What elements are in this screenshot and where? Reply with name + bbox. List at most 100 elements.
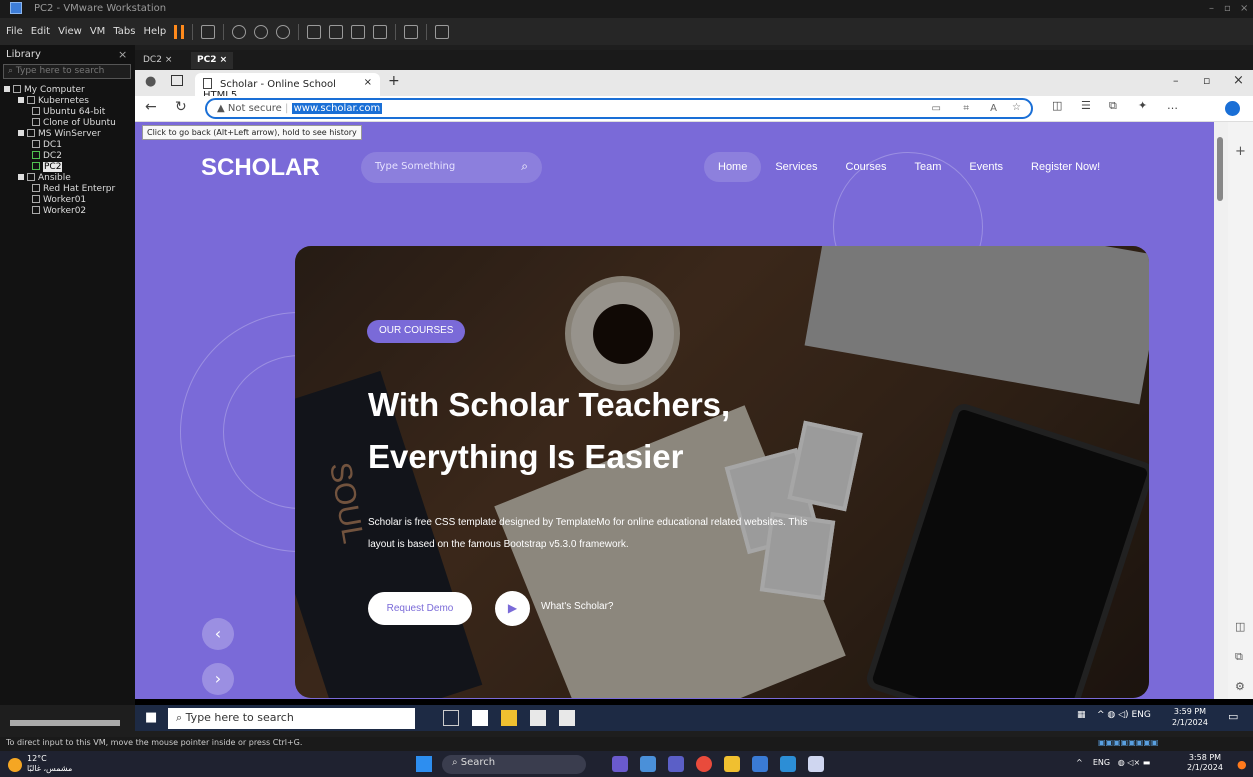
mail-icon[interactable] [559,710,575,726]
close-tab-icon[interactable]: × [364,77,372,88]
weather-widget[interactable]: 12°C مشمس، غالبًا [27,754,72,774]
pause-icon[interactable] [174,24,185,39]
chrome-icon[interactable] [696,756,712,772]
host-clock[interactable]: 3:58 PM 2/1/2024 [1187,753,1223,773]
favorites-icon[interactable]: ☰ [1081,99,1091,112]
console-view-icon[interactable] [404,24,419,39]
volume-mute-icon[interactable]: ◁× [1127,758,1140,767]
file-icon[interactable] [472,710,488,726]
tab-actions-icon[interactable] [171,75,183,86]
teams-icon[interactable] [668,756,684,772]
tree-item[interactable]: Worker01 [0,195,135,206]
windows-start-icon[interactable]: ■ [145,710,157,725]
back-icon[interactable]: ← [145,99,157,115]
tree-item[interactable]: DC1 [0,140,135,151]
unity-icon[interactable] [373,24,388,39]
volume-icon[interactable]: ◁) [1118,710,1128,720]
tree-item[interactable]: MS WinServer [0,129,135,140]
guest-lang[interactable]: ENG [1131,710,1150,720]
close-window-icon[interactable]: × [1233,73,1244,88]
battery-icon[interactable]: ▬ [1143,758,1151,767]
tree-item[interactable]: Ubuntu 64-bit [0,107,135,118]
qr-code-icon[interactable]: ⌗ [963,103,969,114]
tree-item[interactable]: My Computer [0,85,135,96]
task-view-icon[interactable] [443,710,459,726]
site-logo[interactable]: SCHOLAR [201,154,320,182]
guest-clock[interactable]: 3:59 PM 2/1/2024 [1172,706,1208,728]
minimize-icon[interactable]: – [1173,74,1179,87]
app-icon[interactable] [808,756,824,772]
host-search[interactable]: ⌕ Search [442,755,586,774]
host-lang[interactable]: ENG [1093,758,1110,767]
url-text[interactable]: www.scholar.com [291,103,383,114]
nav-courses[interactable]: Courses [832,152,901,182]
next-slide-icon[interactable]: › [202,663,234,695]
vmware-app-icon[interactable] [780,756,796,772]
menu-file[interactable]: File [6,26,23,37]
nav-home[interactable]: Home [704,152,762,182]
windows-start-icon[interactable] [416,756,432,772]
close-icon[interactable]: × [1240,3,1248,14]
tree-item[interactable]: Worker02 [0,206,135,217]
scroll-thumb[interactable] [1217,137,1223,201]
vm-tab-pc2[interactable]: PC2 × [191,52,234,69]
nav-team[interactable]: Team [901,152,956,182]
tree-item[interactable]: Kubernetes [0,96,135,107]
profile-icon[interactable]: ● [145,74,156,89]
split-screen-icon[interactable]: ◫ [1052,99,1062,112]
device-icons[interactable]: ▣▣▣▣▣▣▣▣ [1098,738,1158,747]
menu-help[interactable]: Help [143,26,166,37]
task-view-icon[interactable] [640,756,656,772]
revert-snapshot-icon[interactable] [254,24,269,39]
library-scrollbar[interactable] [10,720,120,726]
menu-edit[interactable]: Edit [31,26,50,37]
restore-icon[interactable]: ▫ [1203,74,1210,87]
read-aloud-icon[interactable]: A [990,103,997,114]
add-sidebar-icon[interactable]: + [1235,144,1246,159]
menu-view[interactable]: View [58,26,82,37]
send-ctrl-alt-del-icon[interactable] [201,24,216,39]
extensions-icon[interactable]: ✦ [1138,99,1147,112]
play-icon[interactable]: ▶ [495,591,530,626]
site-search-input[interactable]: Type Something ⌕ [361,152,542,183]
maximize-icon[interactable]: ▫ [1224,3,1231,14]
tree-item[interactable]: Red Hat Enterpr [0,184,135,195]
url-field[interactable]: ▲ Not secure | www.scholar.com ▭ ⌗ A ☆ [205,98,1033,119]
favorite-star-icon[interactable]: ☆ [1012,102,1021,113]
show-library-icon[interactable] [307,24,322,39]
not-secure-label[interactable]: Not secure [228,103,282,114]
file-explorer-icon[interactable] [724,756,740,772]
network-app-icon[interactable] [752,756,768,772]
tree-item[interactable]: Clone of Ubuntu [0,118,135,129]
browser-tab-scholar[interactable]: Scholar - Online School HTML5 × [195,73,380,101]
notification-bell-icon[interactable]: ● [1237,758,1247,771]
store-icon[interactable] [530,710,546,726]
nav-events[interactable]: Events [955,152,1017,182]
tree-item[interactable]: Ansible [0,173,135,184]
weather-icon[interactable] [8,758,22,772]
guest-search-input[interactable]: ⌕ Type here to search [168,708,415,729]
page-scrollbar[interactable] [1214,122,1228,699]
copilot-icon[interactable] [1225,101,1240,116]
more-icon[interactable]: … [1167,99,1178,112]
file-explorer-icon[interactable] [501,710,517,726]
new-tab-icon[interactable]: + [388,73,400,89]
close-library-icon[interactable]: × [118,48,127,61]
open-external-icon[interactable]: ⧉ [1235,650,1243,664]
search-icon[interactable]: ⌕ [521,159,528,174]
snapshot-manager-icon[interactable] [276,24,291,39]
refresh-icon[interactable]: ↻ [175,99,187,115]
app-available-icon[interactable]: ▭ [932,103,941,114]
nav-services[interactable]: Services [761,152,831,182]
menu-tabs[interactable]: Tabs [113,26,135,37]
thumbnail-bar-icon[interactable] [329,24,344,39]
collections-icon[interactable]: ⧉ [1109,99,1117,113]
chevron-up-icon[interactable]: ^ [1097,710,1105,720]
menu-vm[interactable]: VM [90,26,105,37]
library-search-input[interactable]: ⌕ Type here to search [3,64,131,79]
tree-item[interactable]: PC2 [0,162,135,173]
chevron-up-icon[interactable]: ^ [1076,758,1083,767]
vm-tab-dc2[interactable]: DC2 × [137,52,178,69]
stretch-guest-icon[interactable] [435,24,450,39]
notifications-icon[interactable]: ▭ [1228,710,1238,723]
